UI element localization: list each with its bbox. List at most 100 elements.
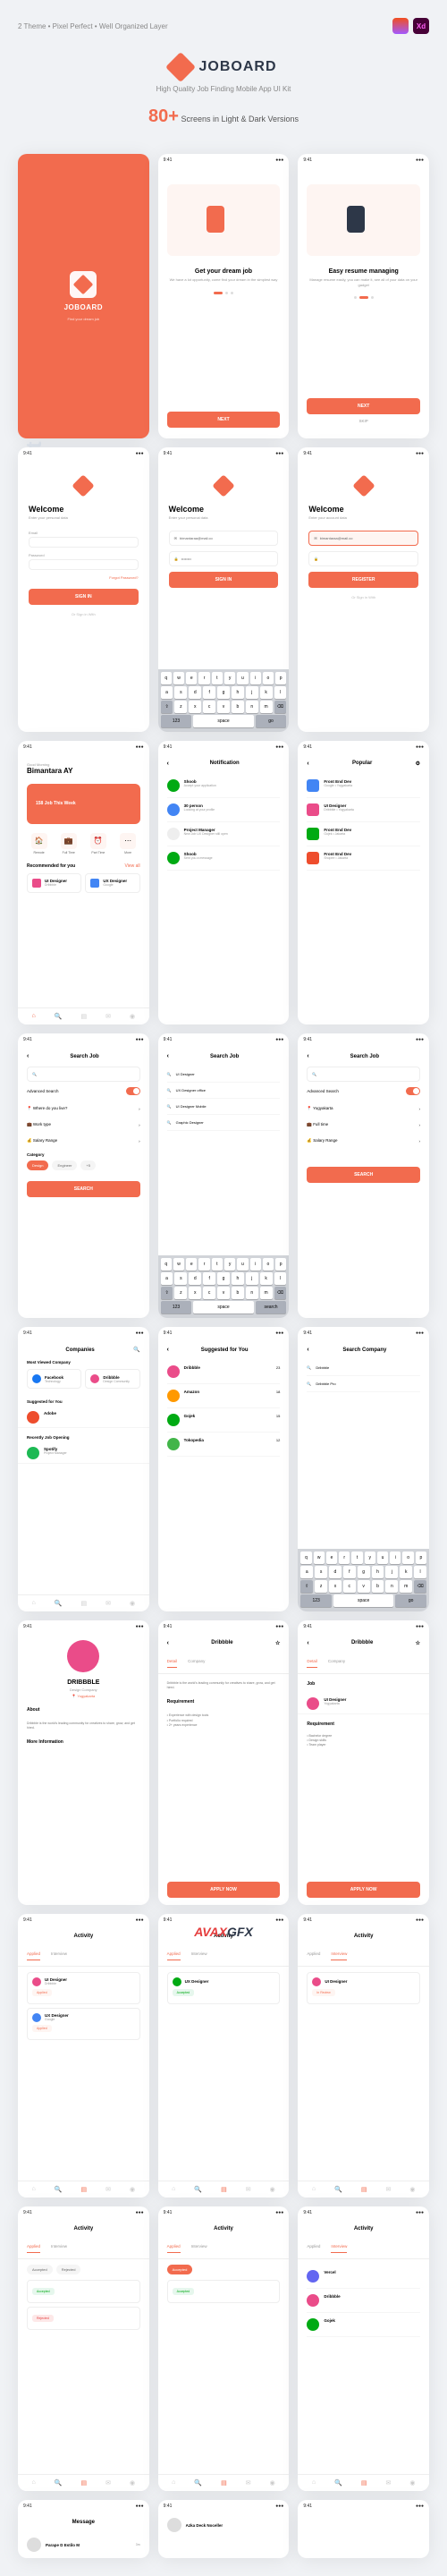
register-button[interactable]: REGISTER [308,572,418,588]
search-button[interactable]: SEARCH [307,1167,420,1183]
tab-profile[interactable]: ◉ [130,1013,135,1020]
keyboard[interactable]: qwertyuiop asdfghjkl ⇧zxcvbnm⌫ 123spaceg… [158,669,290,732]
activity-item[interactable]: Accepted [27,2280,140,2303]
adv-toggle[interactable] [126,1087,140,1095]
category-more[interactable]: ⋯More [115,833,139,854]
view-all-link[interactable]: View all [125,863,140,869]
filter-icon[interactable]: ⚙ [416,761,420,767]
promo-banner[interactable]: 158 Job This Week [27,784,140,824]
suggest-item[interactable]: 🔍Graphic Designer [167,1115,281,1131]
password-input[interactable]: 🔒 •••••••• [169,551,279,566]
next-button[interactable]: NEXT [167,412,281,428]
suggest-item[interactable]: 🔍Dribbble Pro [307,1376,420,1392]
salary-row[interactable]: 💰 Salary Range› [18,1133,149,1149]
job-item[interactable]: Front End DevShopee • Jakarta [307,846,420,871]
tab-search[interactable]: 🔍 [55,1013,63,1020]
notif-item[interactable]: ShoobAccept your application [167,774,281,798]
tab-msg[interactable]: ✉ [105,1013,111,1020]
activity-item[interactable]: Rejected [27,2307,140,2330]
job-item[interactable]: UI DesignerDribbble • Yogyakarta [307,798,420,822]
company-item[interactable]: Amazon18 [167,1384,281,1408]
category-fulltime[interactable]: 💼Full Time [56,833,80,854]
notif-item[interactable]: 30 personLooking at your profile [167,798,281,822]
activity-item[interactable]: Dribbble [307,2289,420,2313]
skip-button[interactable]: SKIP [307,414,420,428]
search-button[interactable]: SEARCH [27,1181,140,1197]
tab-interview[interactable]: Interview [331,1951,347,1960]
company-item[interactable]: Gojek15 [167,1408,281,1433]
tab-applied[interactable]: Applied [307,1951,320,1960]
activity-item[interactable]: UI DesignerDribbbleApplied [27,1972,140,2004]
back-button[interactable]: ‹ [167,1640,169,1646]
notif-item[interactable]: Project ManagerNew Job UX Designer still… [167,822,281,846]
password-input[interactable]: 🔒 [308,551,418,566]
tab-applied[interactable]: Applied [167,1951,181,1960]
where-row[interactable]: 📍 Where do you live?› [18,1101,149,1117]
search-icon[interactable]: 🔍 [133,1347,139,1353]
email-input-error[interactable]: ✉ bimantaraa@mail.co [308,531,418,546]
where-row[interactable]: 📍 Yogyakarta› [298,1101,429,1117]
suggest-item[interactable]: 🔍UX Designer office [167,1083,281,1099]
signin-button[interactable]: SIGN IN [29,589,139,605]
tab-interview[interactable]: Interview [51,1951,67,1960]
company-item[interactable]: Adobe [18,1407,149,1428]
back-button[interactable]: ‹ [307,1640,308,1646]
work-row[interactable]: 💼 Work type› [18,1117,149,1133]
company-item[interactable]: SpotifyProject Manager [18,1443,149,1464]
adv-toggle[interactable] [406,1087,420,1095]
back-button[interactable]: ‹ [27,1053,29,1059]
company-card[interactable]: FacebookTechnology [27,1369,81,1389]
bookmark-icon[interactable]: ☆ [275,1640,280,1646]
company-item[interactable]: Tokopedia12 [167,1433,281,1457]
password-input[interactable] [29,559,139,570]
activity-item[interactable]: Gojek [307,2313,420,2337]
keyboard[interactable]: qwertyuiop asdfghjkl ⇧zxcvbnm⌫ 123spaces… [158,1255,290,1318]
apply-button[interactable]: APPLY NOW [307,1882,420,1898]
keyboard[interactable]: qwertyuiop asdfghjkl ⇧zxcvbnm⌫ 123spaceg… [298,1549,429,1611]
next-button[interactable]: NEXT [307,398,420,414]
chip-rejected[interactable]: Rejected [56,2265,81,2274]
email-input[interactable] [29,537,139,548]
search-input[interactable]: 🔍 [27,1067,140,1082]
category-parttime[interactable]: ⏰Part Time [86,833,110,854]
activity-item[interactable]: UX DesignerAccepted [167,1972,281,2004]
tab-applied[interactable]: Applied [27,1951,40,1960]
message-item[interactable]: Parape D Estilo M3m [18,2532,149,2557]
message-item[interactable]: Azka Deck Noceller [158,2512,290,2538]
tab-company[interactable]: Company [188,1659,205,1668]
back-button[interactable]: ‹ [307,761,308,767]
activity-item[interactable]: UI DesignerIn Review [307,1972,420,2004]
forgot-link[interactable]: Forgot Password? [29,575,139,580]
back-button[interactable]: ‹ [167,1347,169,1353]
back-button[interactable]: ‹ [307,1053,308,1059]
back-button[interactable]: ‹ [167,761,169,767]
company-item[interactable]: Dribbble23 [167,1360,281,1384]
bookmark-icon[interactable]: ☆ [416,1640,420,1646]
chip-accepted[interactable]: Accepted [27,2265,53,2274]
job-item[interactable]: Front End DevGoogle • Yogyakarta [307,774,420,798]
job-item[interactable]: Front End DevGojek • Jakarta [307,822,420,846]
chip[interactable]: +5 [80,1160,96,1170]
job-card[interactable]: UI DesignerDribbble [27,873,81,893]
tab-detail[interactable]: Detail [167,1659,178,1668]
salary-row[interactable]: 💰 Salary Range› [298,1133,429,1149]
job-card[interactable]: UX DesignerGoogle [85,873,139,893]
chip[interactable]: Design [27,1160,48,1170]
work-row[interactable]: 💼 Full time› [298,1117,429,1133]
search-input[interactable]: 🔍 [307,1067,420,1082]
tab-home[interactable]: ⌂ [32,1013,36,1020]
activity-item[interactable]: UX DesignerGoogleApplied [27,2008,140,2040]
activity-item[interactable]: Vercel [307,2265,420,2289]
notif-item[interactable]: ShoobSent you a message [167,846,281,871]
company-card[interactable]: DribbbleDesign Community [85,1369,139,1389]
tab-detail[interactable]: Detail [307,1659,317,1668]
tab-activity[interactable]: ▤ [80,1013,87,1020]
tab-interview[interactable]: Interview [191,1951,207,1960]
email-input[interactable]: ✉ bimantaraa@mail.co [169,531,279,546]
tab-company[interactable]: Company [328,1659,345,1668]
suggest-item[interactable]: 🔍UI Designer Mobile [167,1099,281,1115]
activity-item[interactable]: Accepted [167,2280,281,2303]
chip-accepted[interactable]: Accepted [167,2265,193,2274]
suggest-item[interactable]: 🔍Dribbble [307,1360,420,1376]
chip[interactable]: Engineer [52,1160,77,1170]
